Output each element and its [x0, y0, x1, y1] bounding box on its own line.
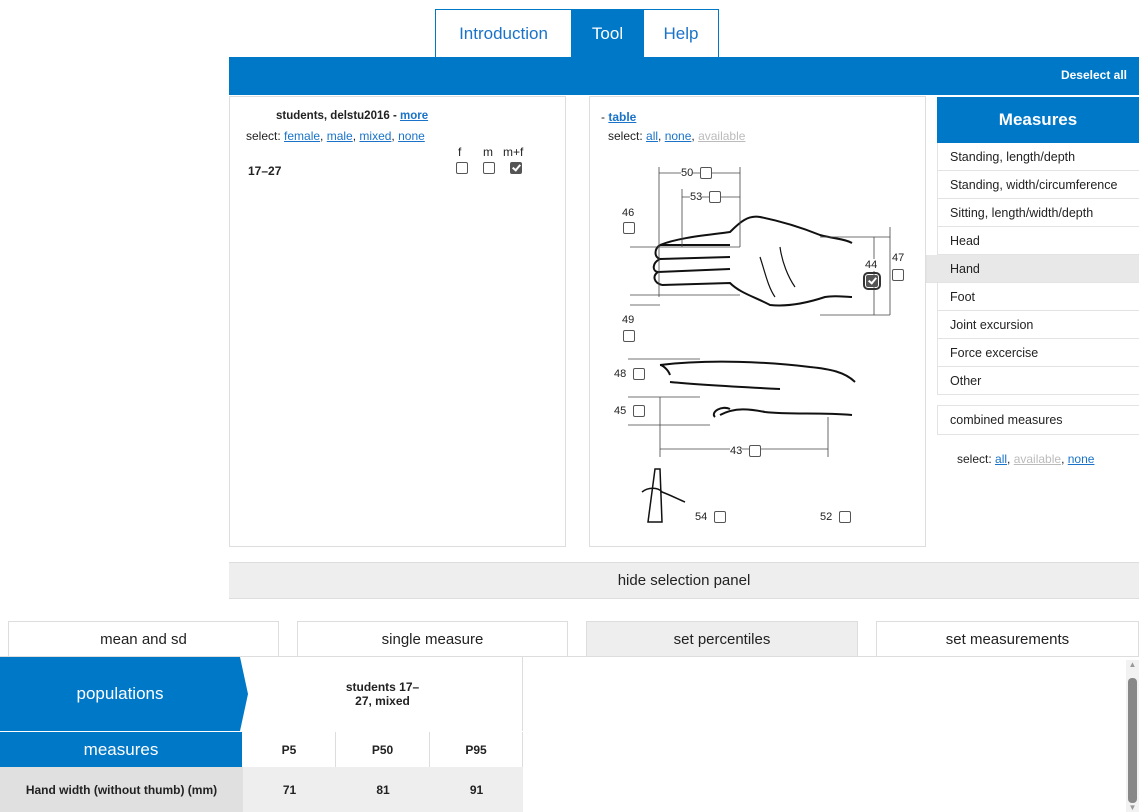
measure-category-force[interactable]: Force excercise [937, 339, 1139, 367]
female-checkbox[interactable] [456, 162, 468, 174]
select-label: select: [957, 452, 996, 466]
deselect-all-button[interactable]: Deselect all [1061, 68, 1127, 82]
measure-53-checkbox[interactable] [709, 191, 721, 203]
select-female-link[interactable]: female [284, 129, 320, 143]
dataset-name: students, delstu2016 - [276, 110, 400, 122]
measure-43-label: 43 [730, 445, 743, 457]
tab-set-measurements[interactable]: set measurements [876, 621, 1139, 656]
measure-45-label: 45 [614, 405, 627, 417]
measures-select-row: select: all, available, none [957, 452, 1095, 466]
population-column-header: students 17– 27, mixed [243, 657, 523, 731]
populations-label: populations [76, 684, 164, 703]
measure-category-foot[interactable]: Foot [937, 283, 1139, 311]
hand-illustration [628, 167, 891, 523]
header-p5: P5 [243, 732, 336, 767]
population-title: students, delstu2016 - more [276, 110, 428, 122]
measure-54-label: 54 [695, 511, 708, 523]
tab-tool[interactable]: Tool [572, 9, 643, 57]
hand-diagram-panel: - table select: all, none, available 50 … [589, 96, 926, 547]
measures-header: Measures [937, 97, 1139, 143]
measure-52-label: 52 [820, 511, 833, 523]
measure-52-checkbox[interactable] [839, 511, 851, 523]
measure-44-checkbox[interactable] [863, 272, 881, 290]
col-header-m: m [483, 145, 493, 159]
tab-set-percentiles[interactable]: set percentiles [586, 621, 858, 656]
measure-category-standing-width[interactable]: Standing, width/circumference [937, 171, 1139, 199]
measure-49-label: 49 [622, 314, 635, 326]
scroll-down-icon[interactable]: ▼ [1127, 803, 1138, 812]
more-link[interactable]: more [400, 110, 428, 122]
tab-introduction[interactable]: Introduction [435, 9, 572, 57]
measure-category-joint-excursion[interactable]: Joint excursion [937, 311, 1139, 339]
select-male-link[interactable]: male [327, 129, 353, 143]
mixed-checkbox[interactable] [510, 162, 522, 174]
col-header-mf: m+f [503, 145, 524, 159]
population-panel: students, delstu2016 - more select: fema… [229, 96, 566, 547]
measure-47-label: 47 [892, 252, 905, 264]
tab-help[interactable]: Help [643, 9, 719, 57]
row-measure-name: Hand width (without thumb) (mm) [0, 767, 243, 812]
hide-selection-panel-button[interactable]: hide selection panel [229, 562, 1139, 599]
scrollbar-thumb[interactable] [1128, 678, 1137, 803]
age-group-label: 17–27 [248, 164, 282, 178]
tab-mean-and-sd[interactable]: mean and sd [8, 621, 279, 656]
measure-49-checkbox[interactable] [623, 330, 635, 342]
select-label: select: [246, 129, 285, 143]
col-header-f: f [458, 145, 462, 159]
measure-category-head[interactable]: Head [937, 227, 1139, 255]
measure-category-sitting[interactable]: Sitting, length/width/depth [937, 199, 1139, 227]
measure-46-checkbox[interactable] [623, 222, 635, 234]
measures-select-all-link[interactable]: all [995, 452, 1007, 466]
measure-44-label: 44 [865, 259, 878, 271]
select-mixed-link[interactable]: mixed [359, 129, 391, 143]
header-p95: P95 [430, 732, 523, 767]
tab-single-measure[interactable]: single measure [297, 621, 568, 656]
male-checkbox[interactable] [483, 162, 495, 174]
measures-label: measures [0, 732, 242, 767]
measure-53-label: 53 [690, 191, 703, 203]
measure-category-standing-length[interactable]: Standing, length/depth [937, 143, 1139, 171]
measure-category-other[interactable]: Other [937, 367, 1139, 395]
measure-46-label: 46 [622, 207, 635, 219]
measure-category-hand[interactable]: Hand [926, 255, 1139, 283]
measure-43-checkbox[interactable] [749, 445, 761, 457]
scroll-up-icon[interactable]: ▲ [1127, 660, 1138, 670]
value-p50: 81 [336, 767, 430, 812]
measure-50-checkbox[interactable] [700, 167, 712, 179]
scrollbar-track[interactable]: ▲ ▼ [1126, 660, 1139, 812]
population-select-row: select: female, male, mixed, none [246, 129, 425, 143]
combined-measures[interactable]: combined measures [937, 405, 1139, 435]
measure-48-checkbox[interactable] [633, 368, 645, 380]
value-p95: 91 [430, 767, 523, 812]
toolbar: Deselect all [229, 57, 1139, 95]
measures-select-none-link[interactable]: none [1068, 452, 1095, 466]
header-p50: P50 [336, 732, 430, 767]
measure-45-checkbox[interactable] [633, 405, 645, 417]
select-none-link[interactable]: none [398, 129, 425, 143]
measures-select-available-link: available [1013, 452, 1062, 466]
measure-48-label: 48 [614, 368, 627, 380]
measure-47-checkbox[interactable] [892, 269, 904, 281]
value-p5: 71 [243, 767, 336, 812]
measure-50-label: 50 [681, 167, 694, 179]
measure-54-checkbox[interactable] [714, 511, 726, 523]
